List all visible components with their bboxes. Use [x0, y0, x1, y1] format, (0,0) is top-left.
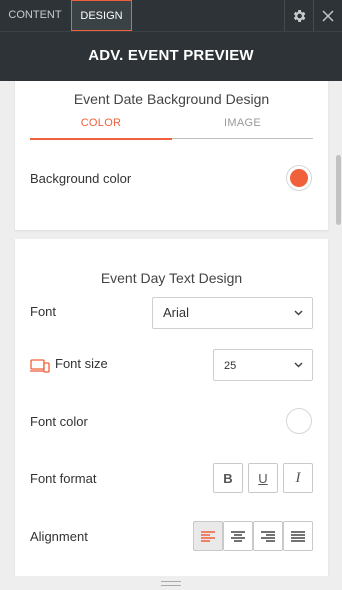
tab-design[interactable]: DESIGN — [71, 0, 132, 31]
font-color-picker[interactable] — [286, 408, 312, 434]
align-center-button[interactable] — [223, 521, 253, 551]
align-right-icon — [261, 530, 275, 542]
background-type-tabs: COLOR IMAGE — [30, 117, 313, 140]
font-size-select[interactable]: 25 — [213, 349, 313, 381]
tab-content[interactable]: CONTENT — [0, 0, 70, 31]
align-justify-button[interactable] — [283, 521, 313, 551]
tab-color[interactable]: COLOR — [30, 117, 172, 140]
italic-button[interactable]: I — [283, 463, 313, 493]
resize-bar[interactable] — [0, 576, 342, 590]
background-color-label: Background color — [30, 171, 132, 186]
devices-icon[interactable] — [30, 359, 50, 378]
font-value: Arial — [163, 305, 190, 320]
settings-button[interactable] — [284, 0, 313, 31]
settings-panel: Event Date Background Design COLOR IMAGE… — [0, 81, 342, 576]
bold-button[interactable]: B — [213, 463, 243, 493]
alignment-label: Alignment — [30, 529, 88, 544]
align-left-button[interactable] — [193, 521, 223, 551]
align-justify-icon — [291, 530, 305, 542]
font-size-value: 25 — [224, 360, 237, 372]
gear-icon — [293, 9, 306, 22]
day-text-card: Event Day Text Design Font Arial Font si… — [15, 239, 328, 576]
underline-button[interactable]: U — [248, 463, 278, 493]
align-left-icon — [201, 530, 215, 542]
font-label: Font — [30, 304, 57, 319]
date-background-card: Event Date Background Design COLOR IMAGE… — [15, 81, 328, 230]
chevron-down-icon — [294, 298, 303, 328]
background-color-picker[interactable] — [286, 165, 312, 191]
scrollbar[interactable] — [336, 155, 341, 225]
align-right-button[interactable] — [253, 521, 283, 551]
close-button[interactable] — [313, 0, 342, 31]
align-center-icon — [231, 530, 245, 542]
font-color-dot — [290, 412, 308, 430]
section-title: Event Day Text Design — [100, 270, 243, 286]
section-title: Event Date Background Design — [73, 91, 270, 107]
resize-handle-icon[interactable] — [161, 580, 181, 586]
font-size-label: Font size — [55, 356, 108, 371]
chevron-down-icon — [294, 350, 303, 380]
tab-image[interactable]: IMAGE — [172, 117, 313, 139]
top-bar: CONTENT DESIGN — [0, 0, 342, 31]
background-color-dot — [290, 169, 308, 187]
font-color-label: Font color — [30, 414, 88, 429]
font-select[interactable]: Arial — [152, 297, 313, 329]
close-icon — [322, 10, 334, 21]
page-title: ADV. EVENT PREVIEW — [0, 31, 342, 81]
font-format-label: Font format — [30, 471, 97, 486]
